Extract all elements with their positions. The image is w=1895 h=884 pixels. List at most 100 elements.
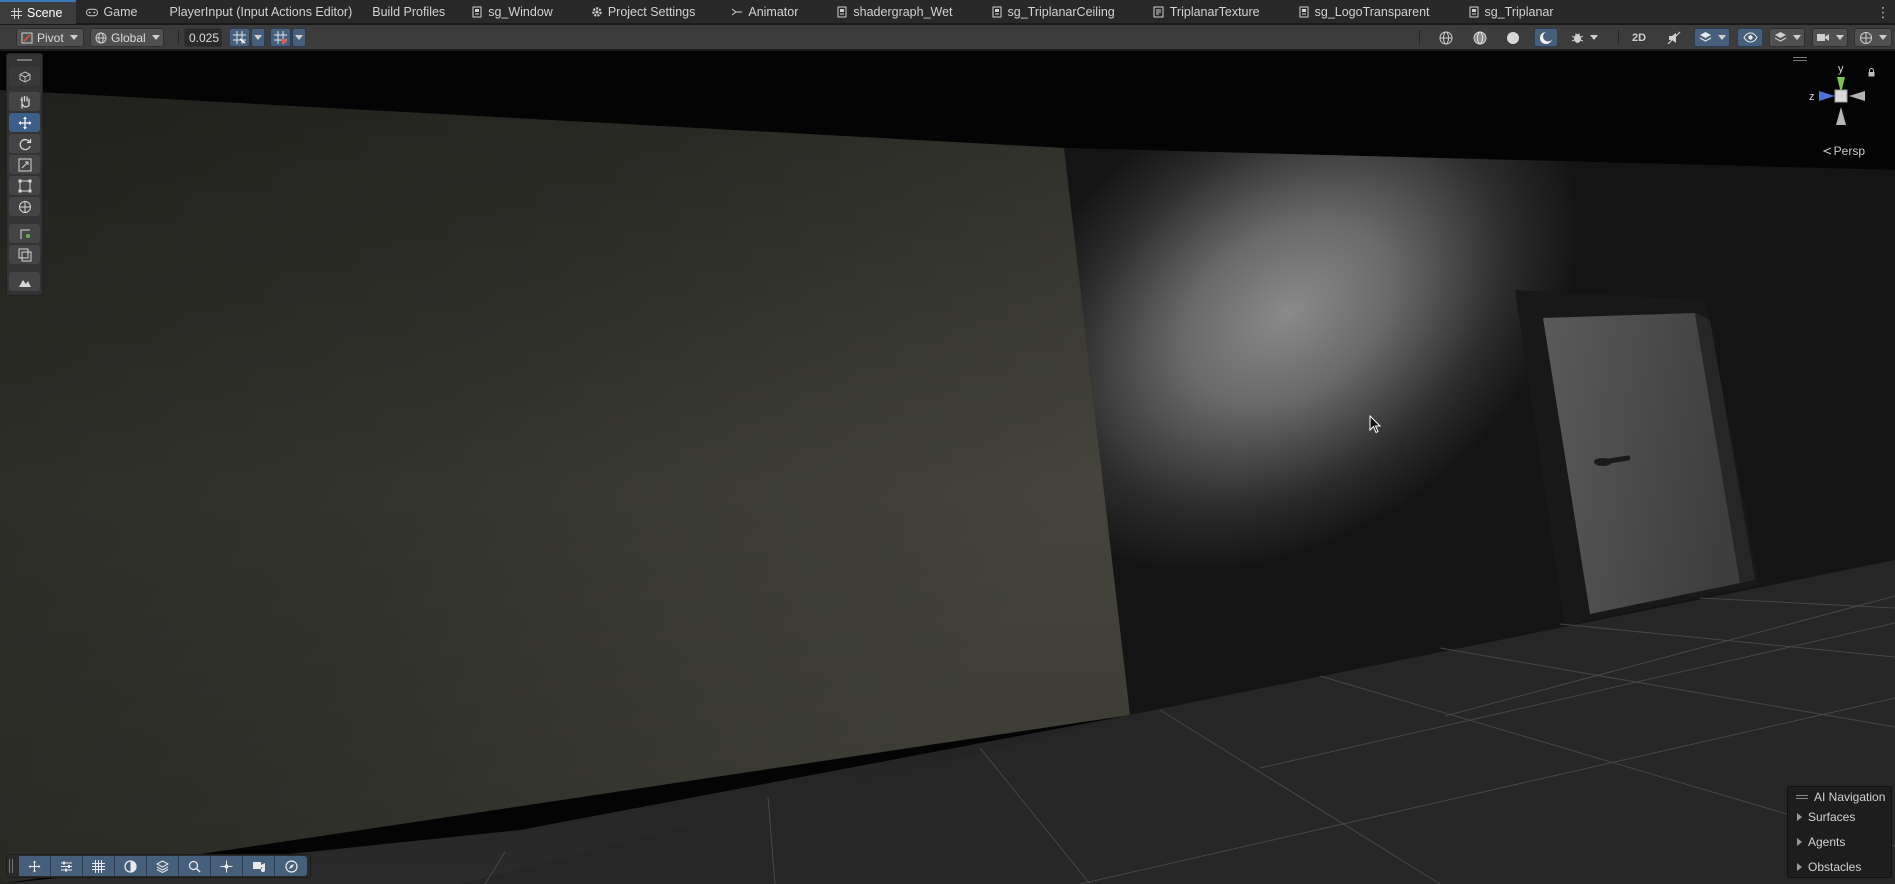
gizmo-axis-y-label: y	[1838, 63, 1844, 75]
shaded-wireframe-icon	[1473, 31, 1487, 45]
search-button[interactable]	[179, 856, 211, 876]
lighting-button[interactable]	[115, 856, 147, 876]
space-label: Global	[111, 30, 146, 45]
visibility-eye-icon	[1742, 32, 1758, 43]
camera-settings-icon	[1816, 32, 1830, 43]
overlay-grip[interactable]	[9, 859, 13, 873]
gizmos-icon	[1859, 31, 1873, 45]
tab-build-profiles[interactable]: Build Profiles	[366, 0, 459, 24]
scene-grid-icon	[10, 7, 22, 19]
gamepad-icon	[86, 6, 99, 18]
grid-visibility-dropdown[interactable]	[292, 28, 306, 47]
projection-toggle[interactable]: Persp	[1822, 144, 1865, 158]
rotate-tool-button[interactable]	[9, 134, 40, 153]
2d-toggle-button[interactable]: 2D	[1626, 28, 1652, 47]
projection-label: Persp	[1833, 144, 1865, 158]
view-tool-button[interactable]	[9, 92, 40, 111]
tab-sg-triplanar[interactable]: sg_Triplanar	[1444, 0, 1568, 24]
expand-arrow-icon	[1797, 812, 1802, 821]
ai-nav-item-label: Obstacles	[1808, 859, 1862, 874]
mouse-cursor-icon	[1369, 414, 1382, 437]
navigation-button[interactable]	[275, 856, 307, 876]
move-tool-button[interactable]	[9, 113, 40, 132]
ai-nav-item-surfaces[interactable]: Surfaces	[1788, 804, 1891, 829]
ai-nav-item-agents[interactable]: Agents	[1788, 829, 1891, 854]
overlay-grip[interactable]	[17, 59, 32, 61]
lighting-toggle-button[interactable]	[1534, 28, 1558, 47]
subgraph-icon	[1153, 6, 1165, 18]
ai-navigation-header[interactable]: AI Navigation	[1788, 787, 1891, 804]
ai-nav-item-label: Surfaces	[1808, 809, 1856, 824]
hidden-objects-dropdown[interactable]	[1769, 28, 1805, 47]
tab-triplanar-texture[interactable]: TriplanarTexture	[1129, 0, 1274, 24]
scene-visibility-button[interactable]	[1737, 28, 1763, 47]
overlay-grip[interactable]	[1796, 795, 1808, 799]
tab-label: Build Profiles	[372, 5, 446, 19]
transform-all-icon	[18, 200, 32, 214]
animator-icon	[731, 6, 743, 18]
lighting-icon	[124, 859, 137, 873]
toggles-icon	[60, 860, 73, 873]
pivot-label: Pivot	[37, 30, 64, 45]
scene-viewport[interactable]	[0, 51, 1895, 884]
debug-draw-mode-dropdown[interactable]	[1565, 28, 1603, 47]
tab-label: sg_TriplanarCeiling	[1007, 5, 1115, 19]
tab-options-menu-icon[interactable]: ⋮	[1875, 0, 1891, 24]
draw-mode-wireframe-button[interactable]	[1434, 28, 1458, 47]
draw-mode-shaded-wireframe-button[interactable]	[1468, 28, 1492, 47]
ai-nav-item-label: Agents	[1808, 834, 1846, 849]
grid-snap-dropdown[interactable]	[251, 28, 265, 47]
expand-arrow-icon	[1797, 837, 1802, 846]
grid-snap-icon	[233, 31, 246, 44]
tab-label: TriplanarTexture	[1169, 5, 1260, 19]
audio-mute-button[interactable]	[1661, 28, 1687, 47]
move-snap-button[interactable]	[19, 856, 51, 876]
tab-sg-window[interactable]: sg_Window	[459, 0, 567, 24]
shadergraph-icon	[1298, 6, 1310, 18]
ai-nav-item-obstacles[interactable]: Obstacles	[1788, 854, 1891, 879]
grid-visibility-icon	[274, 31, 287, 44]
tab-label: Project Settings	[607, 5, 696, 19]
tab-animator[interactable]: Animator	[709, 0, 812, 24]
pivot-center-button[interactable]	[211, 856, 243, 876]
lighting-sphere-icon	[1539, 31, 1553, 45]
terrain-tool-button[interactable]	[9, 272, 40, 291]
layers-button[interactable]	[147, 856, 179, 876]
gizmos-dropdown[interactable]	[1854, 28, 1892, 47]
draw-mode-shaded-button[interactable]	[1501, 28, 1525, 47]
pivot-dropdown[interactable]: Pivot	[16, 28, 84, 47]
layers-icon	[156, 859, 169, 873]
rect-tool-button[interactable]	[9, 176, 40, 195]
toggles-button[interactable]	[51, 856, 83, 876]
terrain-tool-icon	[18, 276, 32, 288]
tab-sg-triplanar-ceiling[interactable]: sg_TriplanarCeiling	[967, 0, 1129, 24]
tab-project-settings[interactable]: Project Settings	[567, 0, 710, 24]
camera-preview-button[interactable]	[243, 856, 275, 876]
shadergraph-icon	[1468, 6, 1480, 18]
effects-dropdown[interactable]	[1694, 28, 1730, 47]
component-tool-button[interactable]	[9, 245, 40, 264]
scene-toolbar: Pivot Global 0.025 2D	[0, 25, 1895, 50]
grid-visibility-button[interactable]	[270, 28, 291, 47]
bottom-overlay-toolbar	[6, 854, 311, 878]
scale-tool-button[interactable]	[9, 155, 40, 174]
tab-sg-logo-transparent[interactable]: sg_LogoTransparent	[1274, 0, 1444, 24]
move-arrows-icon	[18, 116, 32, 130]
tab-scene[interactable]: Scene	[0, 0, 77, 24]
tab-shadergraph-wet[interactable]: shadergraph_Wet	[812, 0, 966, 24]
grid-button[interactable]	[83, 856, 115, 876]
custom-tool-icon	[18, 227, 32, 241]
grid-snap-button[interactable]	[229, 28, 250, 47]
transform-tool-button[interactable]	[9, 197, 40, 216]
camera-settings-dropdown[interactable]	[1812, 28, 1848, 47]
chevron-down-icon	[69, 35, 78, 40]
tab-game[interactable]: Game	[76, 0, 151, 24]
perspective-icon	[1822, 147, 1832, 155]
globe-icon	[95, 32, 107, 44]
custom-tool-button[interactable]	[9, 224, 40, 243]
space-dropdown[interactable]: Global	[90, 28, 164, 47]
tab-input-actions-editor[interactable]: PlayerInput (Input Actions Editor)	[152, 0, 367, 24]
chevron-down-icon	[151, 35, 160, 40]
tool-cube-button[interactable]	[9, 67, 40, 86]
snap-increment-field[interactable]	[184, 28, 222, 47]
